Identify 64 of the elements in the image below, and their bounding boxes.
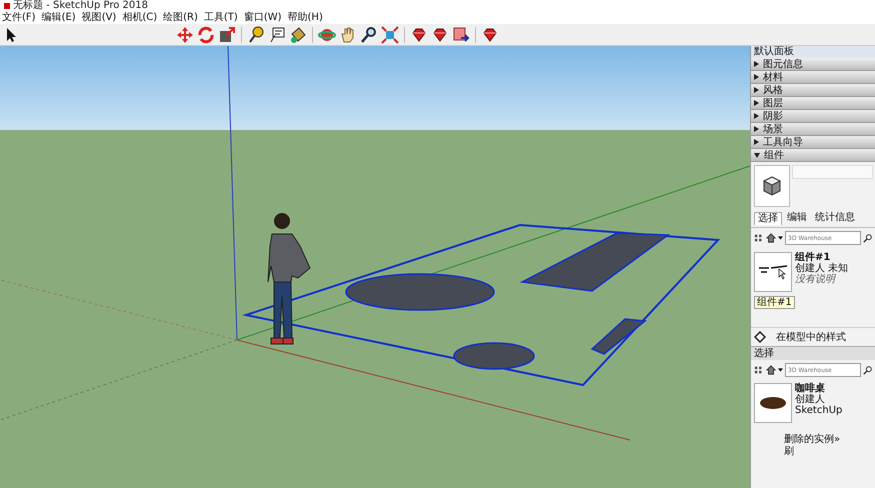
circular-arrows-icon[interactable]	[197, 26, 215, 44]
panel-tab[interactable]: 编辑	[784, 212, 810, 225]
magnifier-icon[interactable]	[360, 26, 378, 44]
small-parallelogram	[590, 318, 647, 355]
section-label: 工具向导	[763, 136, 803, 149]
section-label: 图层	[763, 97, 783, 110]
menu-item[interactable]: 绘图(R)	[163, 12, 198, 24]
view-options-icon[interactable]	[754, 232, 764, 244]
menu-item[interactable]: 视图(V)	[82, 12, 116, 24]
tray-title: 默认面板	[751, 46, 875, 58]
tray-section-header[interactable]: 阴影	[751, 110, 875, 123]
diamond-arrows-icon[interactable]	[754, 331, 766, 343]
menu-item[interactable]: 窗口(W)	[244, 12, 282, 24]
tray-section-header[interactable]: 工具向导	[751, 136, 875, 149]
component-creator: 创建人 SketchUp	[795, 394, 844, 416]
tray-section-header[interactable]: 图层	[751, 97, 875, 110]
panel-tab[interactable]: 统计信息	[812, 212, 858, 225]
section-label: 阴影	[763, 110, 783, 123]
panel-text: 删除的实例»	[784, 434, 842, 446]
panel-text: 刷	[784, 446, 795, 458]
scale-box-icon[interactable]	[218, 26, 236, 44]
section-label: 风格	[763, 84, 783, 97]
menu-item[interactable]: 编辑(E)	[42, 12, 76, 24]
component-name: 组件#1	[795, 252, 830, 263]
section-label: 图元信息	[763, 58, 803, 71]
menu-item[interactable]: 相机(C)	[122, 12, 158, 24]
tray-section-header[interactable]: 图元信息	[751, 58, 875, 71]
tray-section-header[interactable]: 风格	[751, 84, 875, 97]
menu-item[interactable]: 工具(T)	[204, 12, 238, 24]
component-description: 没有说明	[795, 274, 837, 285]
section-title: 选择	[751, 346, 875, 360]
panel-tab[interactable]: 选择	[754, 212, 782, 225]
move-arrows-icon[interactable]	[176, 26, 194, 44]
tray-section-header[interactable]: 材料	[751, 71, 875, 84]
component-thumbnail[interactable]	[754, 383, 792, 423]
component-creator: 创建人 未知	[795, 263, 848, 274]
tape-measure-icon[interactable]	[247, 26, 265, 44]
ruby-gem-icon[interactable]	[431, 26, 449, 44]
search-icon[interactable]	[863, 232, 873, 244]
tray-section-header[interactable]: 组件	[751, 149, 875, 162]
ruby-gem-icon[interactable]	[481, 26, 499, 44]
paint-bucket-icon[interactable]	[289, 26, 307, 44]
search-icon[interactable]	[863, 364, 873, 376]
app-icon	[4, 3, 10, 9]
home-icon[interactable]	[766, 232, 776, 244]
section-label: 组件	[764, 149, 784, 162]
zoom-extents-icon[interactable]	[381, 26, 399, 44]
menu-item[interactable]: 文件(F)	[2, 12, 36, 24]
view-options-icon[interactable]	[754, 364, 764, 376]
table-top-icon	[760, 397, 786, 409]
component-shape-icon	[758, 264, 788, 280]
component-thumbnail[interactable]	[754, 252, 792, 292]
share-model-icon[interactable]	[452, 26, 470, 44]
component-name: 咖啡桌	[795, 383, 826, 394]
style-label: 在模型中的样式	[776, 330, 846, 344]
window-title: 无标题 - SketchUp Pro 2018	[13, 0, 148, 12]
section-label: 场景	[763, 122, 783, 136]
ruby-gem-icon[interactable]	[410, 26, 428, 44]
menu-item[interactable]: 帮助(H)	[288, 12, 323, 24]
text-label-icon[interactable]	[268, 26, 286, 44]
component-label: 组件#1	[754, 296, 795, 309]
tray-section-header[interactable]: 场景	[751, 123, 875, 136]
section-label: 材料	[763, 70, 783, 84]
home-icon[interactable]	[766, 364, 776, 376]
